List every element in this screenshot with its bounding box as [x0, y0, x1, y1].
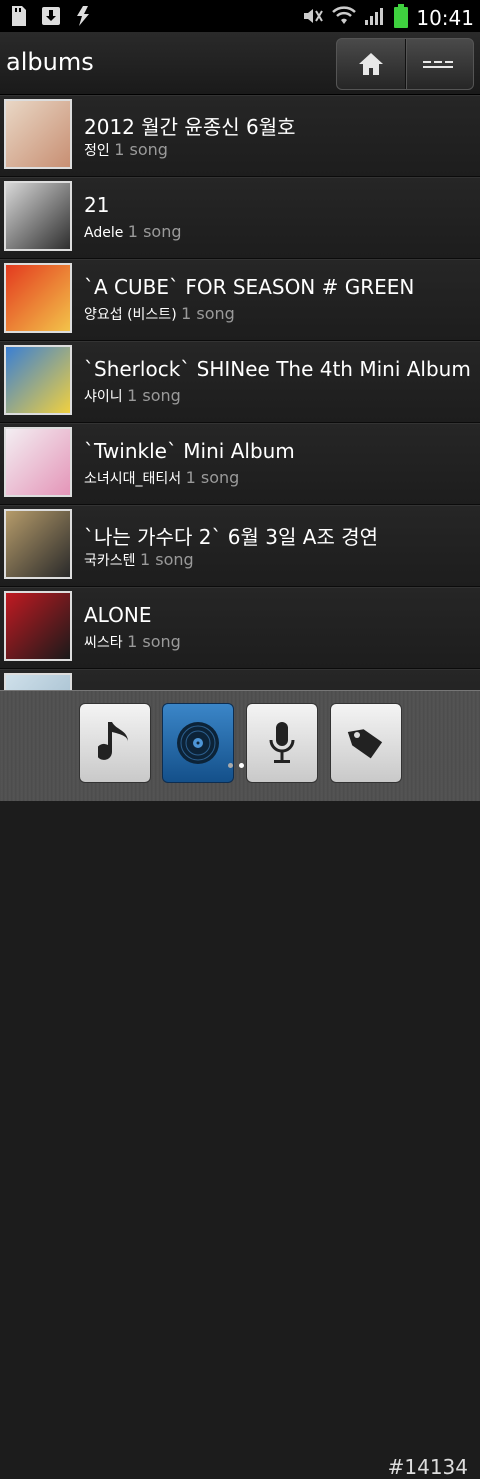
usb-icon — [72, 5, 94, 27]
album-cover — [4, 345, 72, 415]
song-count: 1 song — [127, 386, 181, 405]
album-list[interactable]: 2012 월간 윤종신 6월호 정인 1 song 21 Adele 1 son… — [0, 95, 480, 690]
tab-songs[interactable] — [79, 703, 151, 783]
menu-icon — [423, 61, 454, 68]
album-artist: 샤이니 — [84, 389, 123, 405]
song-count: 1 song — [139, 550, 194, 569]
album-meta: 소녀시대_태티서 1 song — [84, 468, 239, 488]
page-title: albums — [6, 48, 94, 76]
system-icons: 10:41 — [302, 4, 474, 32]
song-count: 1 song — [185, 468, 240, 487]
album-artist: Adele — [84, 225, 124, 241]
home-icon — [358, 53, 383, 75]
tab-genres[interactable] — [330, 703, 402, 783]
album-cover — [4, 509, 72, 579]
album-row-partial[interactable] — [0, 669, 480, 690]
album-row[interactable]: `나는 가수다 2` 6월 3일 A조 경연 국카스텐 1 song — [0, 505, 480, 587]
page-dot — [228, 763, 233, 768]
album-artist: 정인 — [84, 143, 110, 159]
album-meta: 정인 1 song — [84, 140, 168, 160]
album-row[interactable]: `Sherlock` SHINee The 4th Mini Album 샤이니… — [0, 341, 480, 423]
tab-albums[interactable] — [162, 703, 234, 783]
album-title: `Twinkle` Mini Album — [84, 439, 295, 463]
header-button-group — [336, 38, 474, 90]
album-title: 21 — [84, 193, 110, 217]
music-note-icon — [98, 722, 128, 760]
download-icon — [40, 5, 62, 27]
song-count: 1 song — [127, 222, 182, 241]
album-artist: 씨스타 — [84, 635, 123, 651]
album-cover — [4, 181, 72, 251]
album-title: 2012 월간 윤종신 6월호 — [84, 115, 296, 139]
album-cover — [4, 263, 72, 333]
album-meta: 씨스타 1 song — [84, 632, 181, 652]
album-row[interactable]: `Twinkle` Mini Album 소녀시대_태티서 1 song — [0, 423, 480, 505]
album-cover — [4, 591, 72, 661]
song-count: 1 song — [181, 304, 235, 323]
microphone-icon — [269, 722, 295, 763]
page-indicator — [228, 763, 244, 768]
home-button[interactable] — [337, 39, 405, 89]
album-artist: 국카스텐 — [84, 553, 136, 569]
bottom-tab-bar: #14134 — [0, 690, 480, 1479]
album-row[interactable]: 21 Adele 1 song — [0, 177, 480, 259]
song-count: 1 song — [127, 632, 181, 651]
album-artist: 양요섭 (비스트) — [84, 307, 177, 323]
album-meta: 샤이니 1 song — [84, 386, 181, 406]
watermark-text: #14134 — [387, 1455, 468, 1479]
album-cover — [4, 99, 72, 169]
album-row[interactable]: 2012 월간 윤종신 6월호 정인 1 song — [0, 95, 480, 177]
album-meta: 양요섭 (비스트) 1 song — [84, 304, 235, 324]
album-cover — [4, 427, 72, 497]
sd-card-icon — [8, 5, 30, 27]
album-meta: Adele 1 song — [84, 222, 181, 241]
album-disc-icon — [177, 722, 219, 764]
song-count: 1 song — [114, 140, 168, 159]
action-bar: albums — [0, 32, 480, 95]
album-row[interactable]: `A CUBE` FOR SEASON # GREEN 양요섭 (비스트) 1 … — [0, 259, 480, 341]
album-title: `A CUBE` FOR SEASON # GREEN — [84, 275, 415, 299]
album-cover — [4, 673, 72, 690]
status-bar: 10:41 — [0, 0, 480, 32]
album-artist: 소녀시대_태티서 — [84, 471, 182, 487]
signal-icon — [364, 6, 386, 30]
album-row[interactable]: ALONE 씨스타 1 song — [0, 587, 480, 669]
album-title: `나는 가수다 2` 6월 3일 A조 경연 — [84, 525, 378, 549]
page-dot-active — [239, 763, 244, 768]
album-title: ALONE — [84, 603, 152, 627]
album-meta: 국카스텐 1 song — [84, 550, 194, 570]
mute-icon — [302, 6, 324, 30]
tab-artists[interactable] — [246, 703, 318, 783]
notification-icons — [8, 5, 94, 27]
tag-icon — [347, 729, 383, 759]
menu-button[interactable] — [404, 39, 474, 89]
battery-icon — [394, 4, 409, 32]
wifi-icon — [332, 6, 357, 30]
album-title: `Sherlock` SHINee The 4th Mini Album — [84, 357, 471, 381]
clock: 10:41 — [416, 6, 474, 30]
